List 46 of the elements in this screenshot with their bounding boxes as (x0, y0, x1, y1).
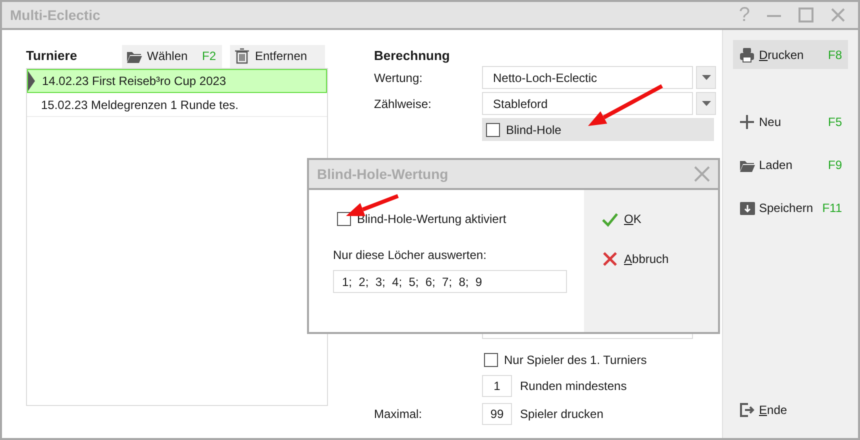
trash-icon (234, 48, 250, 64)
checkbox[interactable] (484, 353, 498, 367)
action-button[interactable]: Neu F5 (733, 107, 848, 136)
cancel-button[interactable]: Abbruch (602, 250, 669, 268)
dropdown-field[interactable]: Netto-Loch-Eclectic (482, 66, 693, 89)
dialog-title: Blind-Hole-Wertung (317, 164, 448, 184)
field-label: Maximal: (374, 406, 424, 423)
checkbox-label: Blind-Hole (506, 122, 562, 138)
row-marker-icon (28, 71, 35, 91)
number-field[interactable]: 99 (482, 403, 512, 425)
holes-field[interactable]: 1; 2; 3; 4; 5; 6; 7; 8; 9 (333, 270, 567, 293)
select-button[interactable]: Wählen F2 (122, 44, 222, 68)
remove-button[interactable]: Entfernen (230, 44, 325, 68)
shortcut-key: F9 (828, 156, 842, 174)
field-label: Nur diese Löcher auswerten: (333, 247, 488, 264)
section-heading: Berechnung (374, 47, 451, 65)
download-folder-icon (739, 200, 755, 216)
checkbox-row[interactable]: Blind-Hole (482, 118, 714, 141)
printer-icon (739, 46, 755, 62)
action-button[interactable]: Ende (733, 395, 848, 424)
checkbox-label: Blind-Hole-Wertung aktiviert (357, 211, 506, 228)
list-row[interactable]: 15.02.23 Meldegrenzen 1 Runde tes. (27, 93, 327, 117)
number-field[interactable]: 1 (482, 375, 512, 397)
action-button[interactable]: Drucken F8 (733, 40, 848, 69)
field-label: Wertung: (374, 70, 424, 86)
field-label: Spieler drucken (520, 406, 604, 423)
window-title: Multi-Eclectic (10, 6, 100, 24)
ok-button[interactable]: OK (602, 210, 642, 228)
dropdown-field[interactable]: Stableford (482, 92, 693, 115)
list-row[interactable]: 14.02.23 First Reiseb³ro Cup 2023 (27, 69, 327, 93)
shortcut-key: F5 (828, 112, 842, 130)
plus-icon (739, 114, 755, 130)
action-button[interactable]: Laden F9 (733, 150, 848, 179)
cross-icon (602, 251, 618, 267)
checkbox-label: Nur Spieler des 1. Turniers (504, 352, 647, 369)
exit-icon (739, 402, 755, 418)
section-heading: Turniere (26, 47, 78, 66)
checkbox[interactable] (337, 212, 351, 226)
shortcut-key: F11 (822, 198, 842, 216)
shortcut-key: F2 (202, 47, 216, 65)
field-label: Runden mindestens (520, 378, 627, 395)
check-icon (602, 211, 618, 227)
action-button[interactable]: Speichern F11 (733, 193, 848, 222)
shortcut-key: F8 (828, 46, 842, 64)
checkbox[interactable] (486, 122, 500, 136)
field-label: Zählweise: (374, 96, 432, 112)
